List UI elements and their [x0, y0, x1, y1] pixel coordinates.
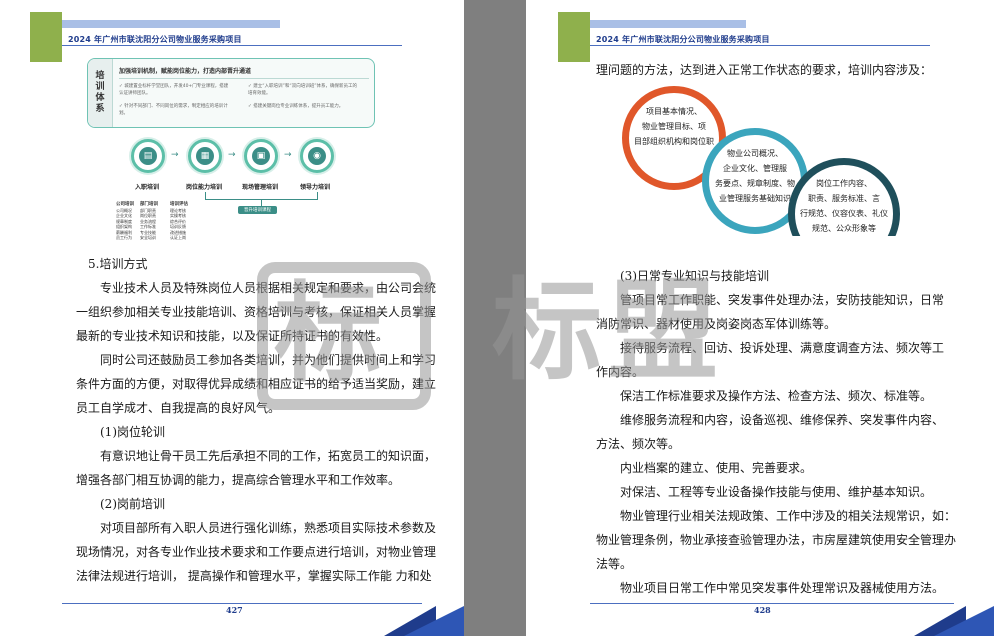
- promotion-bracket: [205, 192, 318, 200]
- training-item: ✓ 搭建关键岗位专业训练体系，提升员工能力。: [248, 104, 344, 109]
- paragraph: 增强各部门相互协调的能力，提高综合管理水平和工作效率。: [76, 473, 401, 487]
- paragraph: 物业项目日常工作中常见突发事件处理常识及器械使用方法。: [620, 581, 945, 595]
- clipboard-icon: ▣: [252, 147, 270, 165]
- footer-rule: [590, 603, 954, 604]
- page-number: 428: [754, 605, 771, 615]
- paragraph: 物业管理条例，物业承接查验管理办法，市房屋建筑使用安全管理办: [596, 533, 957, 547]
- arrow-right-icon: →: [171, 150, 179, 160]
- promotion-pill: 晋升培训课程: [238, 206, 277, 214]
- training-side-tab: 培训体系: [88, 59, 113, 127]
- arrow-right-icon: →: [284, 150, 292, 160]
- step-label: 现场管理培训: [242, 184, 279, 191]
- paragraph: 法等。: [596, 557, 633, 571]
- training-side-label: 培训体系: [95, 71, 105, 114]
- training-system-box: 培训体系 加强培训机制，赋能岗位能力，打造内部晋升通道 ✓ 城建置业标杆学堂团队…: [87, 58, 375, 128]
- paragraph: 对项目部所有入职人员进行强化训练，熟悉项目实际技术参数及: [100, 521, 437, 535]
- paragraph: (2)岗前培训: [100, 497, 165, 511]
- footer-corner-light: [934, 606, 994, 636]
- header-green-block: [30, 12, 62, 62]
- table-col-dept: 部门培训 部门职责 岗位职责 业务流程 工作标准 专业技能 安全培训: [140, 202, 158, 240]
- step-label: 领导力培训: [300, 184, 331, 191]
- training-item: ✓ 建立“入职培训”和“双向培训班”体系，确保新员工的培育效能。: [248, 84, 358, 96]
- watermark-logo-char: 标: [274, 272, 383, 397]
- paragraph: 有意识地让骨干员工先后承担不同的工作，拓宽员工的知识面，: [100, 449, 437, 463]
- paragraph: 物业管理行业相关法规政策、工作中涉及的相关法规常识，如：: [620, 509, 957, 523]
- right-intro: 理问题的方法，达到进入正常工作状态的要求，培训内容涉及：: [596, 58, 976, 82]
- page-header-title: 2024 年广州市联沈阳分公司物业服务采购项目: [596, 35, 770, 44]
- paragraph: 内业档案的建立、使用、完善要求。: [620, 461, 813, 475]
- paragraph: 理问题的方法，达到进入正常工作状态的要求，培训内容涉及：: [596, 63, 933, 77]
- page-header-title: 2024 年广州市联沈阳分公司物业服务采购项目: [68, 35, 242, 44]
- training-item: ✓ 针对不同部门、不同岗位的需求，制定相应的培训计划。: [119, 104, 228, 116]
- step-circle: ▦: [188, 139, 222, 173]
- table-col-company: 公司培训 公司概况 企业文化 规章制度 组织架构 薪酬福利 员工行为: [116, 202, 134, 240]
- paragraph: 对保洁、工程等专业设备操作技能与使用、维护基本知识。: [620, 485, 933, 499]
- training-item: ✓ 城建置业标杆学堂团队，开发40+门专业课程，搭建认证讲师团队。: [119, 84, 229, 96]
- training-box-divider: [119, 78, 369, 79]
- ring-text-post: 岗位工作内容、 职责、服务标准、言 行规范、仪容仪表、礼仪 规范、公众形象等: [800, 179, 888, 233]
- step-circle: ▣: [244, 139, 278, 173]
- ring-text-project: 项目基本情况、 物业管理目标、项 目部组织机构和岗位职: [634, 107, 714, 146]
- calendar-icon: ▦: [196, 147, 214, 165]
- step-label: 岗位能力培训: [186, 184, 223, 191]
- page-number: 427: [226, 605, 243, 615]
- paragraph: 法律法规进行培训， 提高操作和管理水平，掌握实际工作能 力和处: [76, 569, 432, 583]
- document-icon: ▤: [139, 147, 157, 165]
- paragraph: 维修服务流程和内容，设备巡视、维修保养、突发事件内容、: [620, 413, 945, 427]
- step-label: 入职培训: [135, 184, 160, 191]
- header-rule: [590, 45, 930, 46]
- arrow-right-icon: →: [228, 150, 236, 160]
- training-box-title: 加强培训机制，赋能岗位能力，打造内部晋升通道: [119, 68, 252, 75]
- watermark-text: 标盟: [492, 267, 724, 395]
- step-circle: ▤: [131, 139, 165, 173]
- header-blue-bar: [62, 20, 280, 28]
- leadership-icon: ◉: [308, 147, 326, 165]
- table-col-eval: 培训评估 理论考核 实操考核 综合评价 培训反馈 改进措施 认证上岗: [170, 202, 188, 240]
- header-green-block: [558, 12, 590, 62]
- header-blue-bar: [590, 20, 746, 28]
- step-circle: ◉: [300, 139, 334, 173]
- paragraph: 现场情况，对各专业作业技术要求和工作要点进行培训，对物业管理: [76, 545, 437, 559]
- paragraph: (1)岗位轮训: [100, 425, 165, 439]
- paragraph: 方法、频次等。: [596, 437, 681, 451]
- footer-corner-light: [404, 606, 464, 636]
- header-rule: [62, 45, 402, 46]
- footer-rule: [62, 603, 422, 604]
